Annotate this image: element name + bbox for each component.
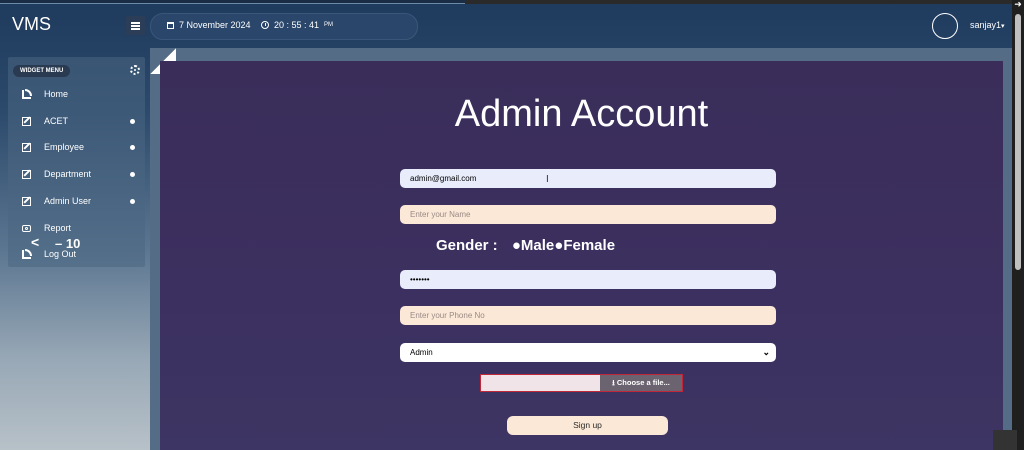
watermark-logo	[993, 430, 1017, 450]
phone-field[interactable]	[400, 306, 776, 325]
time-display: 20 : 55 : 41 PM	[261, 20, 333, 30]
time-text: 20 : 55 : 41	[274, 20, 320, 30]
time-suffix: PM	[324, 22, 334, 28]
scrollbar-thumb[interactable]	[1015, 14, 1021, 270]
rss-icon	[22, 89, 32, 99]
admin-account-form: Admin Account Gender : ●Male●Female Admi…	[160, 61, 1003, 450]
sidebar-item-label: Report	[44, 223, 72, 233]
gender-label: Gender :	[436, 237, 498, 254]
gear-icon[interactable]	[130, 65, 140, 75]
sidebar-item-label: ACET	[44, 116, 69, 126]
submenu-dot-icon	[130, 172, 135, 177]
edit-icon	[22, 197, 31, 206]
sidebar-item-label: Admin User	[44, 196, 92, 206]
name-field[interactable]	[400, 205, 776, 224]
sidebar-item-logout[interactable]: Log Out	[22, 248, 142, 262]
skip-overlay-text[interactable]: – 10	[55, 236, 80, 251]
camera-icon	[22, 225, 31, 232]
chevron-down-icon: ⌄	[762, 347, 770, 357]
text-cursor-icon: I	[546, 174, 549, 185]
gender-male-radio[interactable]: ●Male	[512, 237, 554, 254]
caret-down-icon: ▾	[1001, 23, 1005, 30]
sidebar-item-employee[interactable]: Employee	[22, 141, 142, 155]
calendar-icon	[167, 21, 174, 29]
widget-menu-label: WIDGET MENU	[13, 65, 71, 77]
edit-icon	[22, 143, 31, 152]
choose-file-button[interactable]: ⭳ Choose a file...	[600, 375, 682, 391]
back-arrow-icon[interactable]: <	[31, 234, 39, 250]
submenu-dot-icon	[130, 145, 135, 150]
avatar[interactable]	[932, 13, 958, 39]
menu-toggle-button[interactable]	[126, 16, 145, 35]
file-upload[interactable]: ⭳ Choose a file...	[480, 374, 683, 392]
sidebar-item-label: Department	[44, 169, 92, 179]
date-time-bar: 7 November 2024 20 : 55 : 41 PM	[150, 13, 418, 40]
page-scrollbar[interactable]: ➜	[1012, 0, 1024, 450]
role-select[interactable]: Admin ⌄	[400, 343, 776, 362]
gender-female-radio[interactable]: ●Female	[554, 237, 615, 254]
sidebar-item-admin-user[interactable]: Admin User	[22, 195, 142, 209]
top-header: VMS 7 November 2024 20 : 55 : 41 PM sanj…	[0, 4, 1012, 46]
email-field[interactable]	[400, 169, 776, 188]
submenu-dot-icon	[130, 199, 135, 204]
date-text: 7 November 2024	[179, 20, 251, 30]
sidebar-item-home[interactable]: Home	[22, 88, 142, 102]
sidebar-item-label: Home	[44, 89, 69, 99]
sidebar-item-report[interactable]: Report	[22, 222, 142, 236]
user-menu[interactable]: sanjay1▾	[970, 20, 1005, 30]
brand-logo[interactable]: VMS	[12, 14, 51, 35]
choose-file-label: Choose a file...	[616, 378, 670, 387]
date-display: 7 November 2024	[167, 20, 251, 30]
clock-icon	[261, 21, 269, 29]
signup-button[interactable]: Sign up	[507, 416, 668, 435]
edit-icon	[22, 170, 31, 179]
sidebar-item-acet[interactable]: ACET	[22, 115, 142, 129]
password-field[interactable]	[400, 270, 776, 289]
page-title: Admin Account	[454, 93, 709, 135]
user-name: sanjay1	[970, 20, 1002, 30]
sidebar-item-department[interactable]: Department	[22, 168, 142, 182]
upload-icon: ⭳	[612, 378, 615, 387]
role-selected-value: Admin	[410, 348, 433, 357]
rss-icon	[22, 249, 32, 259]
submenu-dot-icon	[130, 119, 135, 124]
edit-icon	[22, 117, 31, 126]
sidebar-item-label: Employee	[44, 142, 85, 152]
exit-icon[interactable]: ➜	[1012, 0, 1024, 9]
gender-group: Gender : ●Male●Female	[436, 237, 615, 254]
